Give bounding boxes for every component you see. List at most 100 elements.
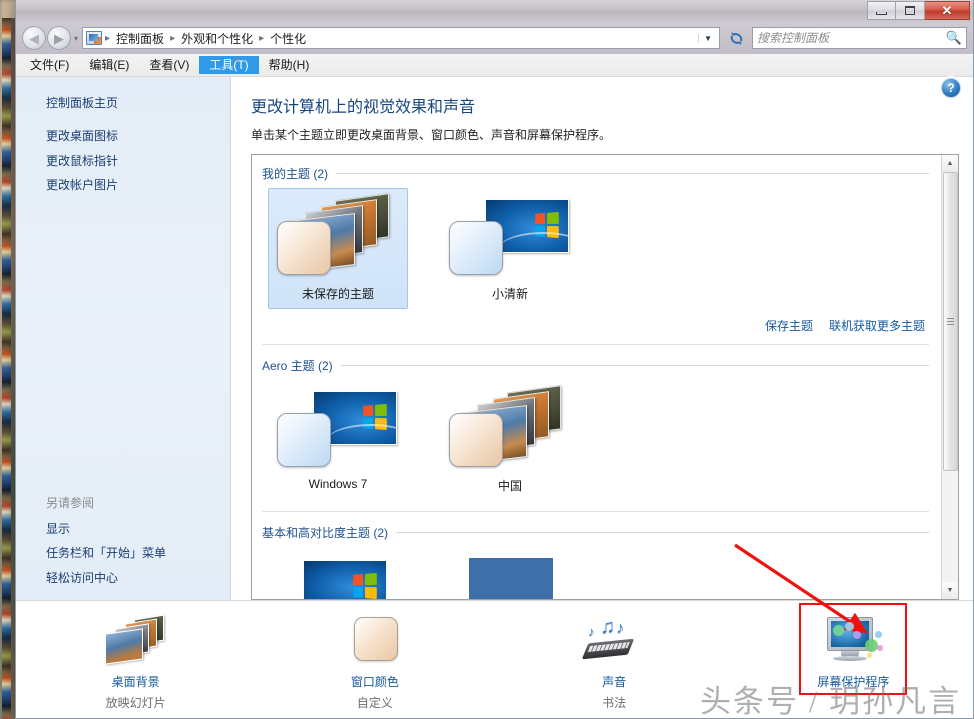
window-color-icon bbox=[343, 615, 407, 667]
breadcrumb-item-2[interactable]: 外观和个性化 bbox=[178, 28, 256, 49]
breadcrumb[interactable]: ▸ 控制面板 ▸ 外观和个性化 ▸ 个性化 ▼ bbox=[82, 27, 720, 49]
theme-thumbnail bbox=[275, 554, 401, 599]
title-bar: ✕ bbox=[16, 0, 973, 22]
page-title: 更改计算机上的视觉效果和声音 bbox=[251, 99, 476, 116]
theme-item-unsaved[interactable]: 未保存的主题 bbox=[268, 188, 408, 309]
breadcrumb-separator[interactable]: ▸ bbox=[258, 33, 265, 44]
back-button[interactable]: ◀ bbox=[22, 26, 46, 50]
theme-group-links: 保存主题 联机获取更多主题 bbox=[262, 309, 941, 334]
divider bbox=[336, 173, 929, 174]
minimize-icon bbox=[876, 11, 887, 15]
sidebar-item-change-account-picture[interactable]: 更改帐户图片 bbox=[16, 173, 230, 197]
divider bbox=[262, 344, 929, 345]
minimize-button[interactable] bbox=[867, 1, 896, 20]
refresh-icon bbox=[730, 31, 742, 45]
scrollbar-track[interactable] bbox=[941, 172, 958, 582]
bottom-item-sublabel: 自定义 bbox=[356, 696, 393, 710]
divider bbox=[396, 532, 929, 533]
windows-flag-icon bbox=[535, 211, 559, 239]
forward-button[interactable]: ▶ bbox=[47, 26, 71, 50]
main-area: 控制面板主页 更改桌面图标 更改鼠标指针 更改帐户图片 另请参阅 显示 任务栏和… bbox=[16, 77, 973, 600]
theme-item-windows-7[interactable]: Windows 7 bbox=[268, 380, 408, 501]
search-input[interactable] bbox=[757, 31, 942, 45]
bottom-item-label: 窗口颜色 bbox=[350, 675, 399, 689]
theme-group-title: 基本和高对比度主题 (2) bbox=[262, 526, 389, 540]
bottom-item-sublabel: 放映幻灯片 bbox=[105, 696, 166, 710]
divider bbox=[262, 511, 929, 512]
theme-item-china[interactable]: 中国 bbox=[440, 380, 580, 501]
menu-item-help[interactable]: 帮助(H) bbox=[259, 56, 320, 74]
window-controls: ✕ bbox=[867, 1, 970, 20]
theme-label: Windows 7 bbox=[308, 477, 368, 491]
address-bar: ◀ ▶ ▾ ▸ 控制面板 ▸ 外观和个性化 ▸ 个性化 ▼ 🔍 bbox=[16, 22, 973, 54]
help-icon[interactable]: ? bbox=[941, 78, 961, 98]
theme-label: 中国 bbox=[497, 479, 522, 493]
bottom-item-sounds[interactable]: ♪ ♫ ♪ 声音 书法 bbox=[495, 613, 734, 711]
sidebar-item-taskbar-start-menu[interactable]: 任务栏和「开始」菜单 bbox=[16, 541, 230, 565]
recent-pages-chevron-icon[interactable]: ▾ bbox=[74, 34, 78, 43]
menu-item-edit[interactable]: 编辑(E) bbox=[79, 56, 139, 74]
bottom-item-sublabel: 书法 bbox=[602, 696, 627, 710]
maximize-button[interactable] bbox=[896, 1, 925, 20]
get-more-themes-online-link[interactable]: 联机获取更多主题 bbox=[829, 317, 925, 334]
refresh-button[interactable] bbox=[724, 27, 748, 49]
theme-thumbnails bbox=[262, 547, 941, 599]
window-color-swatch bbox=[277, 413, 331, 467]
address-dropdown-icon[interactable]: ▼ bbox=[698, 33, 717, 43]
basic-wallpaper-icon bbox=[303, 560, 387, 599]
sidebar-item-display[interactable]: 显示 bbox=[16, 517, 230, 541]
desktop-background-icon bbox=[104, 614, 168, 667]
theme-item-basic[interactable] bbox=[268, 547, 408, 599]
menu-item-file[interactable]: 文件(F) bbox=[20, 56, 79, 74]
sidebar-item-control-panel-home[interactable]: 控制面板主页 bbox=[16, 91, 230, 124]
window-color-swatch bbox=[449, 413, 503, 467]
menu-bar: 文件(F) 编辑(E) 查看(V) 工具(T) 帮助(H) bbox=[16, 54, 973, 77]
save-theme-link[interactable]: 保存主题 bbox=[765, 317, 813, 334]
theme-group-header: Aero 主题 (2) bbox=[262, 357, 941, 374]
menu-item-view[interactable]: 查看(V) bbox=[139, 56, 199, 74]
bottom-toolbar: 桌面背景 放映幻灯片 窗口颜色 自定义 ♪ ♫ ♪ 声音 书法 屏幕保护程序 bbox=[16, 600, 973, 718]
theme-thumbnail bbox=[275, 193, 401, 279]
window-color-swatch bbox=[277, 221, 331, 275]
bottom-item-label: 屏幕保护程序 bbox=[817, 675, 890, 689]
theme-thumbnails: Windows 7 中国 bbox=[262, 380, 941, 501]
scroll-up-arrow-icon[interactable]: ▲ bbox=[941, 155, 958, 172]
theme-thumbnail bbox=[447, 195, 573, 279]
sidebar-item-ease-of-access-center[interactable]: 轻松访问中心 bbox=[16, 566, 230, 590]
breadcrumb-item-3[interactable]: 个性化 bbox=[267, 28, 309, 49]
control-panel-icon bbox=[86, 31, 103, 45]
scrollbar-grip-icon bbox=[946, 318, 954, 326]
sidebar-item-change-mouse-pointers[interactable]: 更改鼠标指针 bbox=[16, 149, 230, 173]
see-also-heading: 另请参阅 bbox=[46, 495, 95, 510]
maximize-icon bbox=[905, 6, 915, 15]
theme-item-high-contrast[interactable] bbox=[440, 547, 580, 599]
window-color-swatch bbox=[449, 221, 503, 275]
theme-thumbnails: 未保存的主题 小清新 bbox=[262, 188, 941, 309]
theme-thumbnail bbox=[447, 554, 573, 599]
breadcrumb-separator[interactable]: ▸ bbox=[169, 33, 176, 44]
theme-item-xiaoqingxin[interactable]: 小清新 bbox=[440, 188, 580, 309]
content-pane: ? 更改计算机上的视觉效果和声音 单击某个主题立即更改桌面背景、窗口颜色、声音和… bbox=[231, 77, 973, 600]
themes-list: 我的主题 (2) 未保存的主题 小清新 保存主题 联机获取更多主题 Aero 主… bbox=[251, 154, 959, 600]
sidebar-item-change-desktop-icons[interactable]: 更改桌面图标 bbox=[16, 124, 230, 148]
search-icon[interactable]: 🔍 bbox=[946, 30, 962, 46]
menu-item-tools[interactable]: 工具(T) bbox=[199, 56, 259, 74]
screensaver-icon bbox=[821, 615, 885, 667]
scrollbar-thumb[interactable] bbox=[942, 172, 958, 472]
scroll-down-arrow-icon[interactable]: ▼ bbox=[941, 582, 958, 599]
breadcrumb-item-1[interactable]: 控制面板 bbox=[113, 28, 167, 49]
close-icon: ✕ bbox=[941, 3, 953, 18]
bottom-item-window-color[interactable]: 窗口颜色 自定义 bbox=[255, 613, 494, 711]
search-box[interactable]: 🔍 bbox=[752, 27, 967, 49]
breadcrumb-separator[interactable]: ▸ bbox=[104, 33, 111, 44]
bottom-item-screen-saver[interactable]: 屏幕保护程序 bbox=[734, 603, 973, 695]
bottom-item-desktop-background[interactable]: 桌面背景 放映幻灯片 bbox=[16, 613, 255, 711]
vertical-scrollbar[interactable]: ▲ ▼ bbox=[941, 155, 958, 599]
sidebar: 控制面板主页 更改桌面图标 更改鼠标指针 更改帐户图片 另请参阅 显示 任务栏和… bbox=[16, 77, 231, 600]
windows-flag-icon bbox=[363, 403, 387, 431]
high-contrast-wallpaper-icon bbox=[469, 558, 553, 599]
theme-group-header: 基本和高对比度主题 (2) bbox=[262, 524, 941, 541]
theme-group-header: 我的主题 (2) bbox=[262, 165, 941, 182]
close-button[interactable]: ✕ bbox=[925, 1, 970, 20]
windows-flag-icon bbox=[353, 572, 377, 599]
